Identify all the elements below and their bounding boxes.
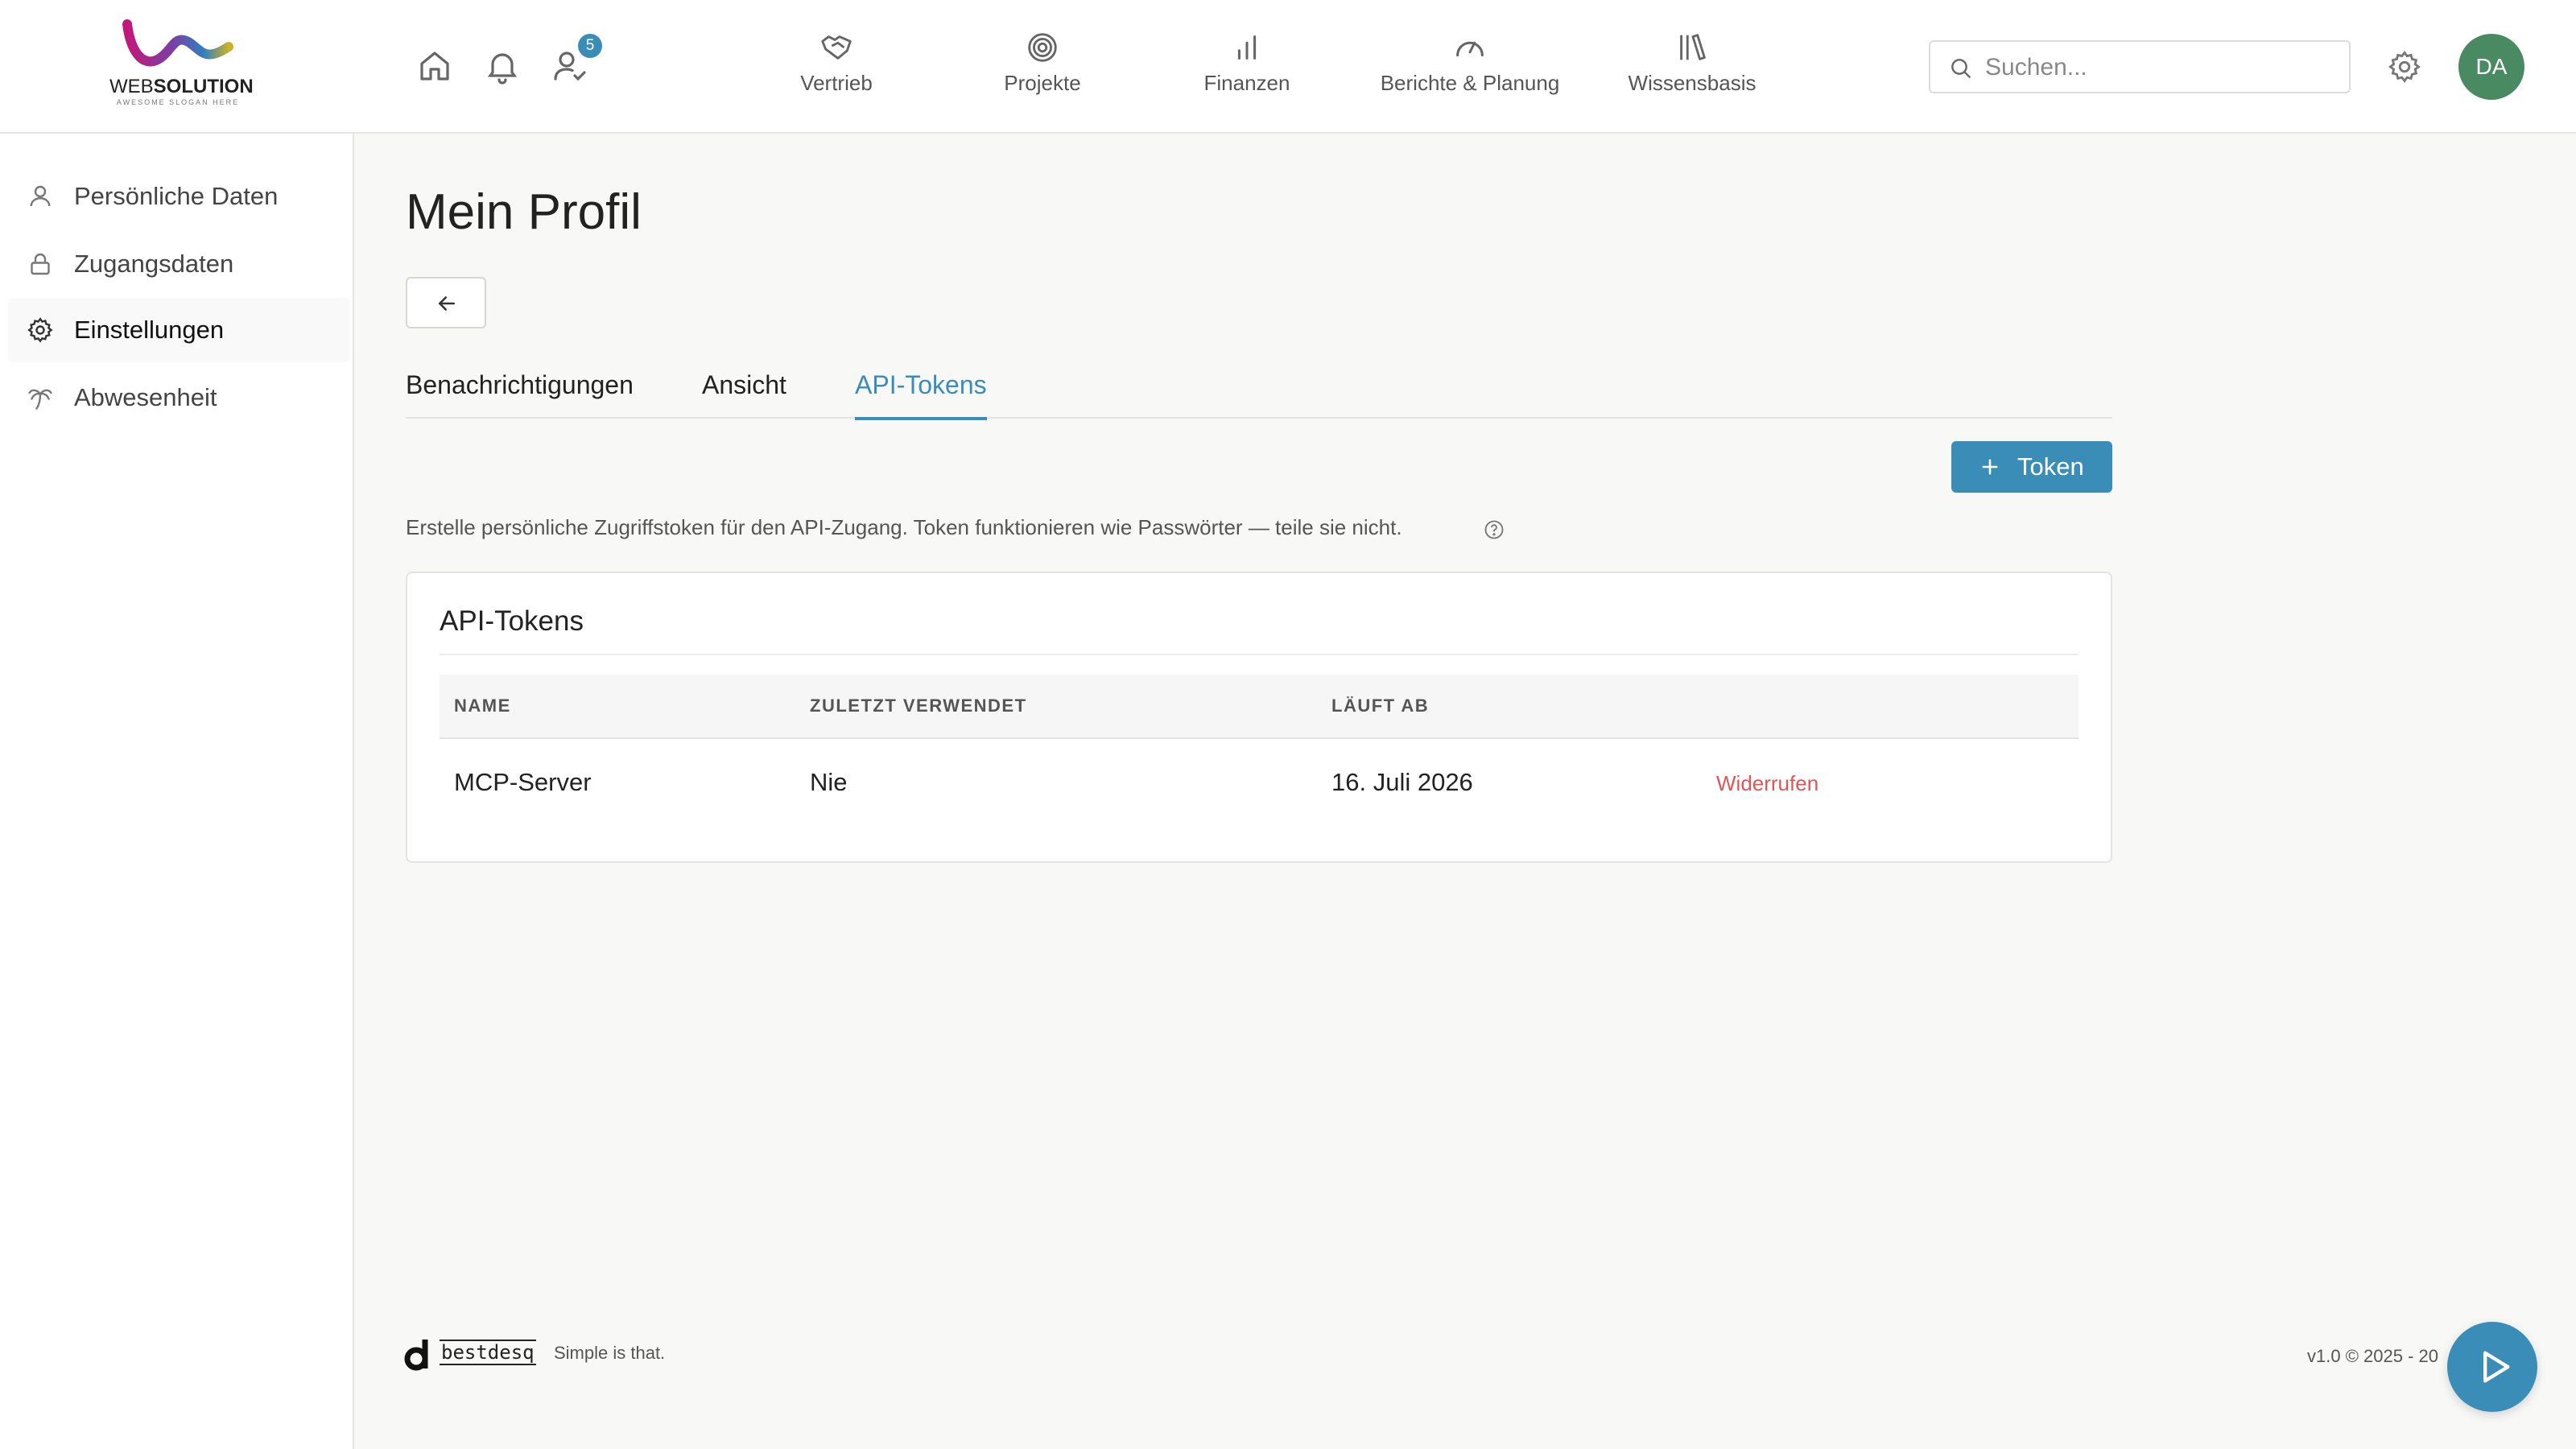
nav-wissensbasis[interactable]: Wissensbasis — [1613, 29, 1771, 106]
top-bar: WEBSOLUTION AWESOME SLOGAN HERE 5 Vertri… — [0, 0, 2576, 134]
nav-berichte-planung[interactable]: Berichte & Planung — [1368, 29, 1571, 106]
sidebar-item-einstellungen[interactable]: Einstellungen — [8, 298, 349, 362]
add-token-button[interactable]: Token — [1951, 441, 2112, 493]
search-icon — [1951, 59, 1971, 78]
table-row: MCP-Server Nie 16. Juli 2026 Widerrufen — [440, 739, 2079, 826]
bell-icon — [487, 53, 518, 85]
app-root: WEBSOLUTION AWESOME SLOGAN HERE 5 Vertri… — [0, 0, 2576, 1449]
search-input[interactable] — [1984, 48, 2341, 87]
plus-icon — [1982, 459, 1998, 475]
logo-wave-icon — [122, 19, 233, 67]
add-token-label: Token — [2017, 452, 2084, 481]
palm-tree-icon — [28, 389, 52, 410]
tab-benachrichtigungen[interactable]: Benachrichtigungen — [406, 370, 634, 417]
sidebar-item-label: Zugangsdaten — [74, 250, 234, 278]
logo-wordmark: WEBSOLUTION — [109, 76, 254, 97]
card-title: API-Tokens — [440, 605, 584, 637]
gauge-icon — [1456, 41, 1484, 57]
api-token-hint: Erstelle persönliche Zugriffstoken für d… — [406, 515, 1402, 539]
sidebar-item-label: Einstellungen — [74, 316, 225, 344]
token-name: MCP-Server — [454, 768, 592, 796]
target-icon — [1028, 33, 1057, 62]
nav-finanzen[interactable]: Finanzen — [1188, 29, 1306, 106]
nav-projekte[interactable]: Projekte — [984, 29, 1101, 106]
nav-label: Wissensbasis — [1628, 71, 1757, 95]
revoke-token-link[interactable]: Widerrufen — [1716, 771, 1818, 796]
settings-gear-icon[interactable] — [2386, 48, 2423, 85]
notifications-button[interactable] — [483, 47, 522, 85]
help-circle-icon[interactable] — [1483, 518, 1505, 541]
page-title: Mein Profil — [406, 184, 642, 240]
notification-count-badge: 5 — [578, 34, 602, 58]
column-header-name: NAME — [454, 696, 511, 716]
nav-vertrieb[interactable]: Vertrieb — [778, 29, 895, 106]
home-icon — [420, 52, 449, 80]
profile-sidebar: Persönliche Daten Zugangsdaten Einstellu… — [0, 134, 354, 1449]
home-button[interactable] — [415, 47, 454, 85]
sidebar-item-abwesenheit[interactable]: Abwesenheit — [8, 365, 349, 430]
sidebar-item-zugangsdaten[interactable]: Zugangsdaten — [8, 232, 349, 296]
column-header-expires: LÄUFT AB — [1331, 696, 1430, 716]
play-icon — [2483, 1351, 2510, 1383]
company-logo[interactable]: WEBSOLUTION AWESOME SLOGAN HERE — [109, 18, 254, 113]
gear-icon — [27, 317, 53, 343]
lock-icon — [31, 253, 50, 275]
tab-api-tokens[interactable]: API-Tokens — [855, 370, 987, 420]
handshake-icon — [821, 35, 852, 60]
token-expires: 16. Juli 2026 — [1331, 768, 1473, 796]
arrow-left-icon — [439, 296, 455, 311]
play-fab-button[interactable] — [2447, 1322, 2537, 1412]
footer-product-name[interactable]: bestdesq — [440, 1340, 536, 1365]
token-last-used: Nie — [810, 768, 848, 796]
back-button[interactable] — [406, 277, 486, 328]
user-avatar[interactable]: DA — [2458, 34, 2524, 100]
sidebar-item-label: Abwesenheit — [74, 383, 217, 411]
nav-label: Berichte & Planung — [1380, 71, 1560, 95]
nav-label: Finanzen — [1203, 71, 1290, 95]
logo-slogan: AWESOME SLOGAN HERE — [116, 98, 240, 106]
sidebar-item-label: Persönliche Daten — [74, 182, 279, 210]
nav-label: Projekte — [1004, 71, 1081, 95]
column-header-last-used: ZULETZT VERWENDET — [810, 696, 1027, 716]
card-divider — [440, 654, 2079, 655]
table-header: NAME ZULETZT VERWENDET LÄUFT AB — [440, 675, 2079, 739]
bestdesq-logo-icon — [404, 1340, 428, 1371]
api-tokens-card: API-Tokens NAME ZULETZT VERWENDET LÄUFT … — [406, 572, 2112, 863]
settings-tabs: Benachrichtigungen Ansicht API-Tokens — [406, 361, 2112, 420]
sidebar-item-persoenliche-daten[interactable]: Persönliche Daten — [8, 164, 349, 229]
footer-slogan: Simple is that. — [554, 1343, 666, 1363]
footer-version: v1.0 © 2025 - 20 — [2307, 1346, 2438, 1366]
nav-label: Vertrieb — [800, 71, 873, 95]
search-box[interactable] — [1929, 40, 2351, 93]
user-icon — [30, 185, 51, 207]
bar-chart-icon — [1237, 35, 1257, 60]
tab-ansicht[interactable]: Ansicht — [702, 370, 786, 417]
library-icon — [1680, 34, 1706, 60]
